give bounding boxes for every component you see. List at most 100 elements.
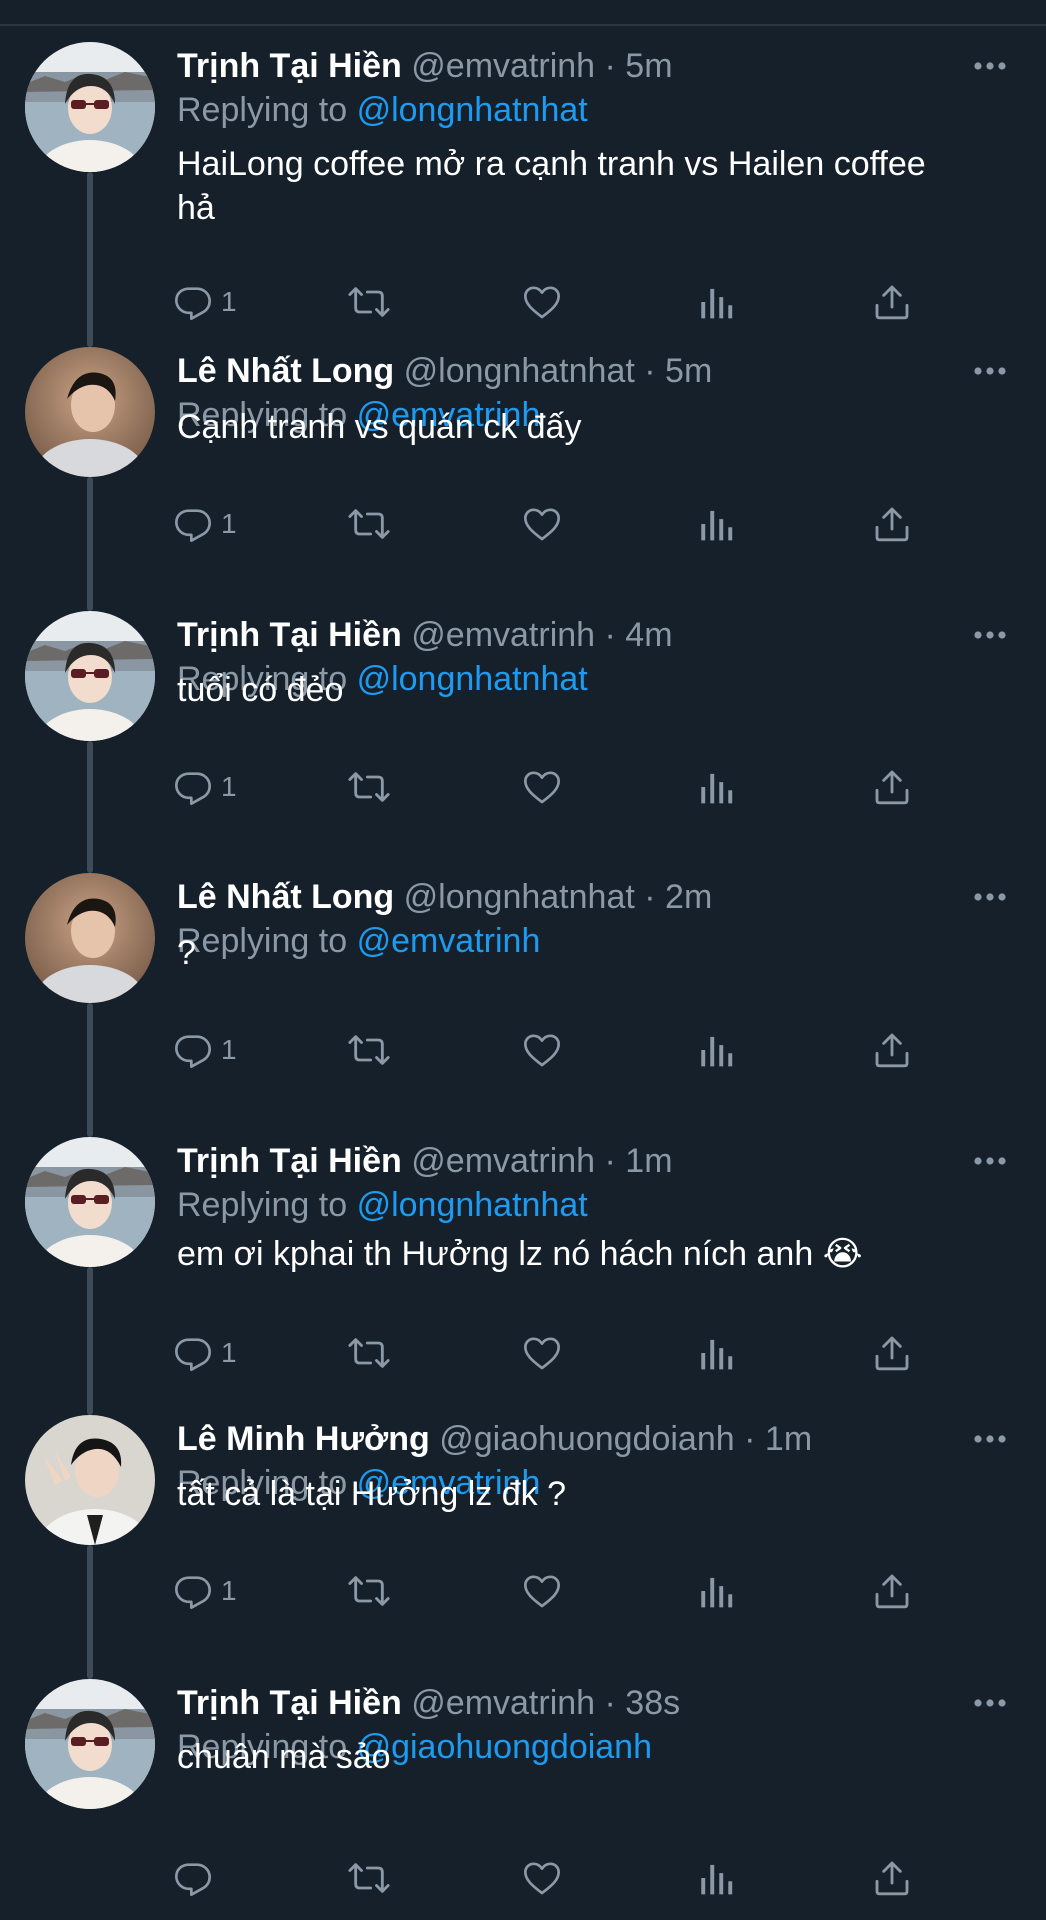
more-options-icon[interactable] <box>970 1147 1010 1175</box>
reply-button[interactable]: 1 <box>173 502 237 546</box>
more-options-icon[interactable] <box>970 1425 1010 1453</box>
tweet-text-line: HaiLong coffee mở ra cạnh tranh vs Haile… <box>177 145 926 183</box>
more-options-icon[interactable] <box>970 621 1010 649</box>
tweet-text: ? <box>177 931 1017 975</box>
tweet-text-line: tuổi có đẻo <box>177 671 344 709</box>
separator-dot: · <box>644 878 656 916</box>
views-button[interactable] <box>698 502 734 546</box>
reply-button[interactable]: 1 <box>173 1569 237 1613</box>
user-handle[interactable]: @emvatrinh <box>411 47 595 85</box>
more-options-icon[interactable] <box>970 883 1010 911</box>
display-name[interactable]: Lê Nhất Long <box>177 878 394 916</box>
heart-icon <box>522 1858 562 1898</box>
reply-count: 1 <box>221 508 237 539</box>
tweet-time[interactable]: 38s <box>625 1684 680 1722</box>
replying-to-mention[interactable]: @longnhatnhat <box>357 91 588 129</box>
user-handle[interactable]: @giaohuongdoianh <box>439 1420 734 1458</box>
views-icon <box>698 504 734 544</box>
views-button[interactable] <box>698 1028 734 1072</box>
tweet-time[interactable]: 5m <box>625 47 672 85</box>
reply-button[interactable] <box>173 1856 221 1900</box>
reply-button[interactable]: 1 <box>173 765 237 809</box>
avatar[interactable] <box>25 1679 155 1809</box>
tweet[interactable]: Trịnh Tại Hiền @emvatrinh · 1m Replying t… <box>0 1092 1046 1391</box>
views-button[interactable] <box>698 1569 734 1613</box>
user-handle[interactable]: @emvatrinh <box>411 1684 595 1722</box>
views-icon <box>698 767 734 807</box>
display-name[interactable]: Trịnh Tại Hiền <box>177 616 402 654</box>
tweet-time[interactable]: 1m <box>765 1420 812 1458</box>
tweet-actions: 1 <box>175 1331 937 1375</box>
tweet-text-line: ? <box>177 934 196 972</box>
avatar[interactable] <box>25 1137 155 1267</box>
share-icon <box>872 1858 912 1898</box>
like-button[interactable] <box>522 502 562 546</box>
tweet-time[interactable]: 1m <box>625 1142 672 1180</box>
retweet-button[interactable] <box>347 765 391 809</box>
display-name[interactable]: Lê Minh Hưởng <box>177 1420 430 1458</box>
avatar[interactable] <box>25 1415 155 1545</box>
avatar[interactable] <box>25 347 155 477</box>
separator-dot: · <box>604 616 616 654</box>
tweet-time[interactable]: 4m <box>625 616 672 654</box>
display-name[interactable]: Trịnh Tại Hiền <box>177 1142 402 1180</box>
like-button[interactable] <box>522 1028 562 1072</box>
user-handle[interactable]: @longnhatnhat <box>404 352 635 390</box>
tweet[interactable]: Lê Minh Hưởng @giaohuongdoianh · 1m Reply… <box>0 1370 1046 1629</box>
heart-icon <box>522 1030 562 1070</box>
tweet-text-line: Cạnh tranh vs quán ck đấy <box>177 408 582 446</box>
tweet-actions: 1 <box>175 1569 937 1613</box>
tweet-time[interactable]: 5m <box>665 352 712 390</box>
retweet-button[interactable] <box>347 1331 391 1375</box>
display-name[interactable]: Trịnh Tại Hiền <box>177 1684 402 1722</box>
retweet-button[interactable] <box>347 1856 391 1900</box>
display-name[interactable]: Lê Nhất Long <box>177 352 394 390</box>
retweet-button[interactable] <box>347 502 391 546</box>
views-button[interactable] <box>698 1331 734 1375</box>
tweet[interactable]: Trịnh Tại Hiền @emvatrinh · 4m Replying t… <box>0 566 1046 825</box>
user-handle[interactable]: @emvatrinh <box>411 1142 595 1180</box>
tweet[interactable]: Lê Nhất Long @longnhatnhat · 5m Replying … <box>0 303 1046 562</box>
avatar[interactable] <box>25 873 155 1003</box>
share-button[interactable] <box>872 1331 912 1375</box>
retweet-button[interactable] <box>347 1569 391 1613</box>
more-options-icon[interactable] <box>970 357 1010 385</box>
avatar[interactable] <box>25 611 155 741</box>
retweet-icon <box>347 1571 391 1611</box>
more-options-icon[interactable] <box>970 52 1010 80</box>
reply-button[interactable]: 1 <box>173 1028 237 1072</box>
replying-to-label: Replying to <box>177 1186 348 1224</box>
heart-icon <box>522 767 562 807</box>
reply-button[interactable]: 1 <box>173 1331 237 1375</box>
retweet-button[interactable] <box>347 1028 391 1072</box>
views-button[interactable] <box>698 765 734 809</box>
share-button[interactable] <box>872 765 912 809</box>
tweet[interactable]: Lê Nhất Long @longnhatnhat · 2m Replying … <box>0 829 1046 1088</box>
like-button[interactable] <box>522 1856 562 1900</box>
reply-count: 1 <box>221 1034 237 1065</box>
share-button[interactable] <box>872 1028 912 1072</box>
tweet[interactable]: Trịnh Tại Hiền @emvatrinh · 5m Replying t… <box>0 40 1046 340</box>
reply-icon <box>173 504 213 544</box>
replying-to-mention[interactable]: @longnhatnhat <box>357 1186 588 1224</box>
like-button[interactable] <box>522 1569 562 1613</box>
views-icon <box>698 1858 734 1898</box>
display-name[interactable]: Trịnh Tại Hiền <box>177 47 402 85</box>
avatar[interactable] <box>25 42 155 172</box>
like-button[interactable] <box>522 765 562 809</box>
tweet-actions: 1 <box>175 502 937 546</box>
tweet-time[interactable]: 2m <box>665 878 712 916</box>
user-handle[interactable]: @longnhatnhat <box>404 878 635 916</box>
tweet[interactable]: Trịnh Tại Hiền @emvatrinh · 38s Replying … <box>0 1633 1046 1916</box>
replying-to-line: Replying to @longnhatnhat <box>177 1183 588 1227</box>
more-options-icon[interactable] <box>970 1689 1010 1717</box>
like-button[interactable] <box>522 1331 562 1375</box>
reply-count: 1 <box>221 771 237 802</box>
views-button[interactable] <box>698 1856 734 1900</box>
user-handle[interactable]: @emvatrinh <box>411 616 595 654</box>
share-button[interactable] <box>872 502 912 546</box>
tweet-actions: 1 <box>175 1028 937 1072</box>
share-button[interactable] <box>872 1569 912 1613</box>
share-button[interactable] <box>872 1856 912 1900</box>
thread-view: Trịnh Tại Hiền @emvatrinh · 5m Replying t… <box>0 0 1046 1920</box>
